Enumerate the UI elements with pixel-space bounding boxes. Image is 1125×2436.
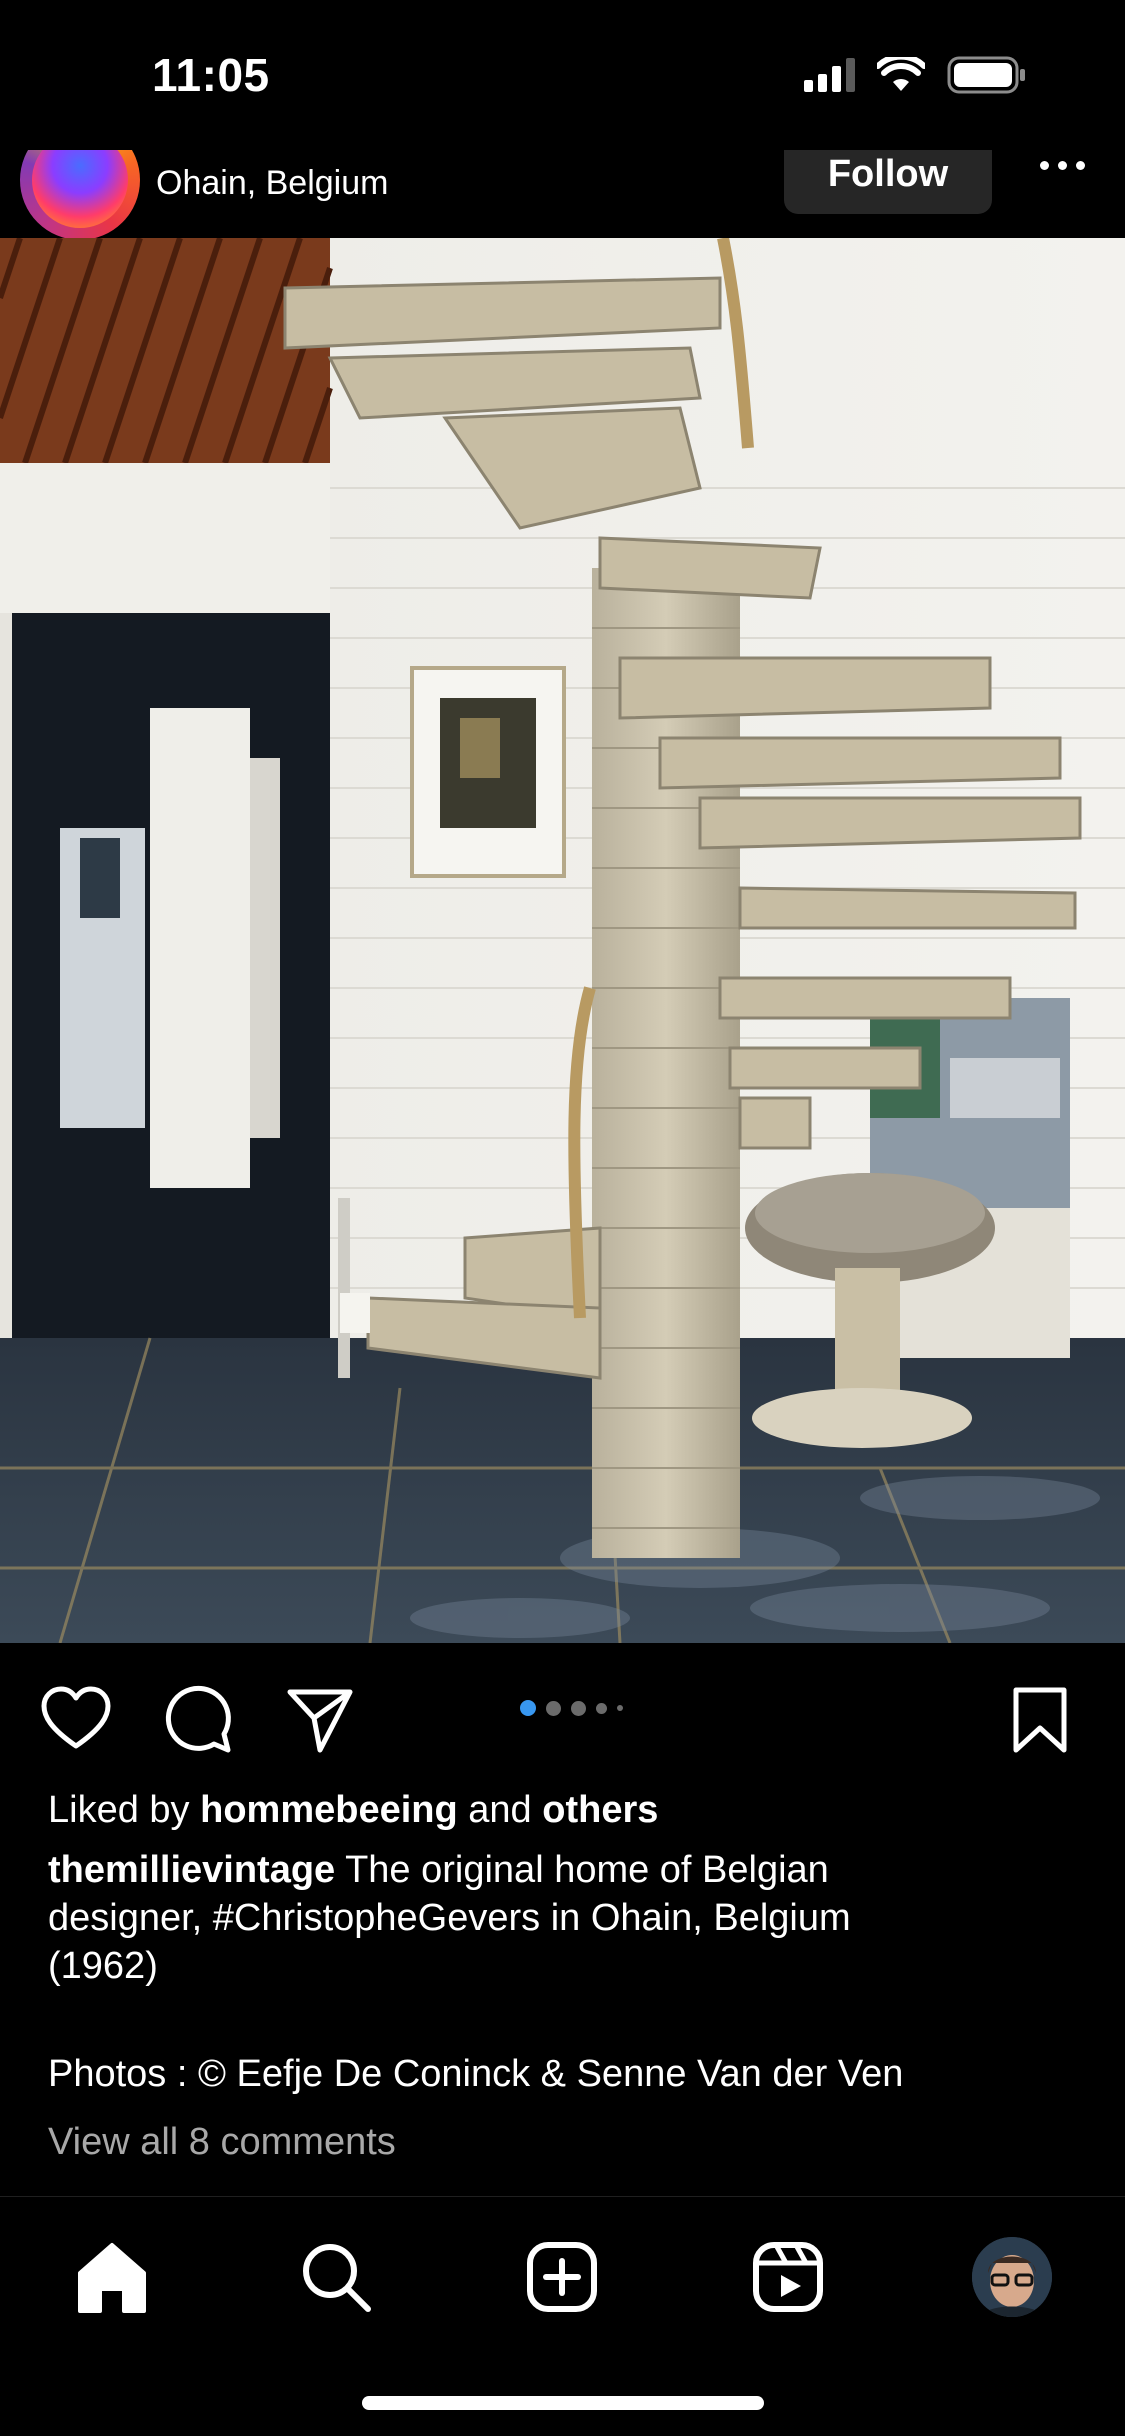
- likes-prefix: Liked by: [48, 1789, 190, 1831]
- carousel-dot: [596, 1702, 607, 1714]
- cellular-signal-icon: [804, 58, 855, 92]
- create-icon[interactable]: [522, 2237, 602, 2317]
- battery-icon: [947, 56, 1025, 94]
- profile-avatar[interactable]: [972, 2237, 1052, 2317]
- liked-by-username[interactable]: hommebeeing: [200, 1789, 458, 1831]
- follow-button[interactable]: Follow: [784, 150, 992, 214]
- post-location[interactable]: Ohain, Belgium: [156, 164, 388, 203]
- home-icon[interactable]: [72, 2237, 152, 2317]
- status-bar: 11:05: [0, 0, 1125, 150]
- caption-credit: Photos : © Eefje De Coninck & Senne Van …: [48, 2053, 904, 2095]
- carousel-dot: [571, 1700, 586, 1716]
- view-comments-link[interactable]: View all 8 comments: [48, 2118, 1088, 2166]
- post-caption: Liked by hommebeeing and others themilli…: [48, 1786, 1088, 2166]
- liked-by-others[interactable]: others: [542, 1789, 658, 1831]
- post-header: Ohain, Belgium Follow: [0, 150, 1125, 240]
- status-time: 11:05: [152, 49, 270, 101]
- carousel-indicator: [520, 1700, 623, 1716]
- likes-and: and: [468, 1789, 532, 1831]
- carousel-dot: [546, 1700, 561, 1716]
- caption-username[interactable]: themillievintage: [48, 1849, 335, 1891]
- likes-line: Liked by hommebeeing and others: [48, 1786, 1088, 1834]
- home-indicator[interactable]: [362, 2396, 764, 2410]
- reels-icon[interactable]: [748, 2237, 828, 2317]
- caption-text-1: The original home of Belgian: [345, 1849, 829, 1891]
- status-icons: [804, 56, 1027, 94]
- post-photo[interactable]: [0, 238, 1125, 1643]
- caption-gap: [48, 1990, 1088, 2050]
- caption-text-2: designer, #ChristopheGevers in Ohain, Be…: [48, 1897, 851, 1939]
- story-avatar[interactable]: [20, 150, 140, 240]
- bookmark-icon[interactable]: [1004, 1684, 1076, 1756]
- caption-line-1: themillievintage The original home of Be…: [48, 1846, 1088, 1894]
- caption-text-3: (1962): [48, 1945, 158, 1987]
- more-horizontal-icon[interactable]: [1032, 150, 1092, 180]
- carousel-dot: [617, 1705, 623, 1711]
- wifi-icon: [877, 57, 925, 91]
- carousel-dot-active: [520, 1700, 536, 1716]
- search-icon[interactable]: [296, 2237, 376, 2317]
- share-icon[interactable]: [284, 1684, 356, 1756]
- heart-icon[interactable]: [40, 1684, 112, 1756]
- comment-icon[interactable]: [162, 1684, 234, 1756]
